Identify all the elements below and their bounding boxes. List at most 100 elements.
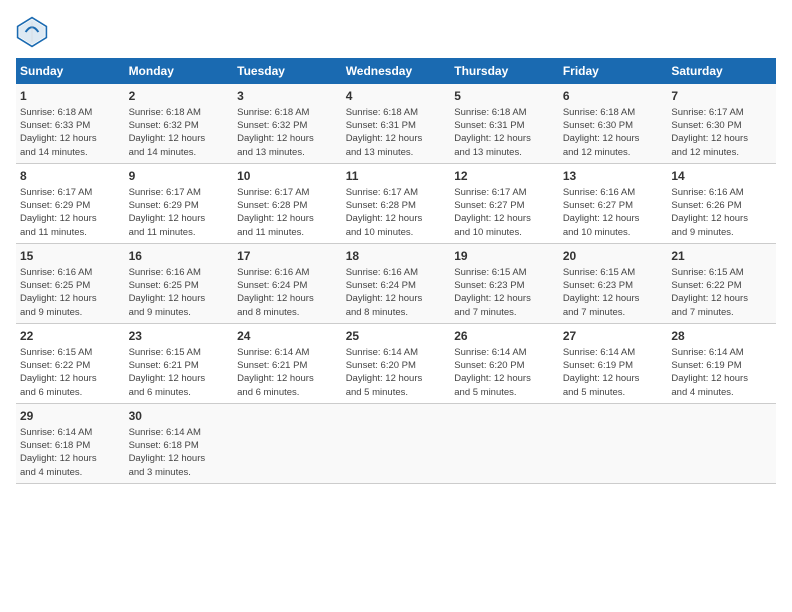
col-header-friday: Friday bbox=[559, 58, 668, 84]
day-cell: 23 Sunrise: 6:15 AM Sunset: 6:21 PM Dayli… bbox=[125, 323, 234, 403]
day-number: 16 bbox=[129, 248, 230, 265]
day-cell bbox=[342, 403, 451, 483]
day-cell bbox=[450, 403, 559, 483]
week-row-3: 15 Sunrise: 6:16 AM Sunset: 6:25 PM Dayli… bbox=[16, 243, 776, 323]
day-cell: 2 Sunrise: 6:18 AM Sunset: 6:32 PM Daylig… bbox=[125, 84, 234, 163]
day-number: 4 bbox=[346, 88, 447, 105]
day-number: 20 bbox=[563, 248, 664, 265]
day-number: 29 bbox=[20, 408, 121, 425]
day-number: 8 bbox=[20, 168, 121, 185]
day-number: 27 bbox=[563, 328, 664, 345]
col-header-saturday: Saturday bbox=[667, 58, 776, 84]
day-number: 26 bbox=[454, 328, 555, 345]
day-cell: 11 Sunrise: 6:17 AM Sunset: 6:28 PM Dayli… bbox=[342, 163, 451, 243]
logo bbox=[16, 16, 52, 48]
day-info: Sunrise: 6:17 AM Sunset: 6:28 PM Dayligh… bbox=[237, 187, 314, 238]
day-info: Sunrise: 6:14 AM Sunset: 6:20 PM Dayligh… bbox=[346, 347, 423, 398]
day-cell: 24 Sunrise: 6:14 AM Sunset: 6:21 PM Dayli… bbox=[233, 323, 342, 403]
day-info: Sunrise: 6:18 AM Sunset: 6:30 PM Dayligh… bbox=[563, 107, 640, 158]
day-cell: 10 Sunrise: 6:17 AM Sunset: 6:28 PM Dayli… bbox=[233, 163, 342, 243]
day-info: Sunrise: 6:16 AM Sunset: 6:24 PM Dayligh… bbox=[346, 267, 423, 318]
day-cell: 14 Sunrise: 6:16 AM Sunset: 6:26 PM Dayli… bbox=[667, 163, 776, 243]
day-info: Sunrise: 6:15 AM Sunset: 6:23 PM Dayligh… bbox=[454, 267, 531, 318]
logo-icon bbox=[16, 16, 48, 48]
day-number: 11 bbox=[346, 168, 447, 185]
day-cell: 8 Sunrise: 6:17 AM Sunset: 6:29 PM Daylig… bbox=[16, 163, 125, 243]
day-cell: 16 Sunrise: 6:16 AM Sunset: 6:25 PM Dayli… bbox=[125, 243, 234, 323]
day-number: 2 bbox=[129, 88, 230, 105]
day-info: Sunrise: 6:15 AM Sunset: 6:22 PM Dayligh… bbox=[20, 347, 97, 398]
day-cell: 22Sunrise: 6:15 AM Sunset: 6:22 PM Dayli… bbox=[16, 323, 125, 403]
day-info: Sunrise: 6:15 AM Sunset: 6:22 PM Dayligh… bbox=[671, 267, 748, 318]
day-info: Sunrise: 6:18 AM Sunset: 6:31 PM Dayligh… bbox=[454, 107, 531, 158]
day-number: 5 bbox=[454, 88, 555, 105]
day-info: Sunrise: 6:18 AM Sunset: 6:32 PM Dayligh… bbox=[129, 107, 206, 158]
day-info: Sunrise: 6:14 AM Sunset: 6:20 PM Dayligh… bbox=[454, 347, 531, 398]
day-info: Sunrise: 6:18 AM Sunset: 6:31 PM Dayligh… bbox=[346, 107, 423, 158]
day-cell bbox=[233, 403, 342, 483]
day-info: Sunrise: 6:18 AM Sunset: 6:33 PM Dayligh… bbox=[20, 107, 97, 158]
week-row-4: 22Sunrise: 6:15 AM Sunset: 6:22 PM Dayli… bbox=[16, 323, 776, 403]
col-header-thursday: Thursday bbox=[450, 58, 559, 84]
page-header bbox=[16, 16, 776, 48]
day-info: Sunrise: 6:16 AM Sunset: 6:25 PM Dayligh… bbox=[129, 267, 206, 318]
day-number: 9 bbox=[129, 168, 230, 185]
day-number: 23 bbox=[129, 328, 230, 345]
calendar-table: SundayMondayTuesdayWednesdayThursdayFrid… bbox=[16, 58, 776, 484]
day-cell: 30 Sunrise: 6:14 AM Sunset: 6:18 PM Dayli… bbox=[125, 403, 234, 483]
day-info: Sunrise: 6:17 AM Sunset: 6:30 PM Dayligh… bbox=[671, 107, 748, 158]
day-cell: 12 Sunrise: 6:17 AM Sunset: 6:27 PM Dayli… bbox=[450, 163, 559, 243]
week-row-5: 29 Sunrise: 6:14 AM Sunset: 6:18 PM Dayli… bbox=[16, 403, 776, 483]
calendar-header-row: SundayMondayTuesdayWednesdayThursdayFrid… bbox=[16, 58, 776, 84]
main-container: SundayMondayTuesdayWednesdayThursdayFrid… bbox=[0, 0, 792, 494]
day-cell: 20 Sunrise: 6:15 AM Sunset: 6:23 PM Dayli… bbox=[559, 243, 668, 323]
day-cell: 15 Sunrise: 6:16 AM Sunset: 6:25 PM Dayli… bbox=[16, 243, 125, 323]
day-cell: 5 Sunrise: 6:18 AM Sunset: 6:31 PM Daylig… bbox=[450, 84, 559, 163]
col-header-sunday: Sunday bbox=[16, 58, 125, 84]
day-cell: 29 Sunrise: 6:14 AM Sunset: 6:18 PM Dayli… bbox=[16, 403, 125, 483]
day-cell: 26 Sunrise: 6:14 AM Sunset: 6:20 PM Dayli… bbox=[450, 323, 559, 403]
day-number: 17 bbox=[237, 248, 338, 265]
day-number: 30 bbox=[129, 408, 230, 425]
day-cell: 9Sunrise: 6:17 AM Sunset: 6:29 PM Daylig… bbox=[125, 163, 234, 243]
col-header-wednesday: Wednesday bbox=[342, 58, 451, 84]
day-info: Sunrise: 6:17 AM Sunset: 6:29 PM Dayligh… bbox=[20, 187, 97, 238]
day-number: 24 bbox=[237, 328, 338, 345]
day-number: 25 bbox=[346, 328, 447, 345]
day-cell: 3 Sunrise: 6:18 AM Sunset: 6:32 PM Daylig… bbox=[233, 84, 342, 163]
day-info: Sunrise: 6:14 AM Sunset: 6:18 PM Dayligh… bbox=[129, 427, 206, 478]
day-cell: 21 Sunrise: 6:15 AM Sunset: 6:22 PM Dayli… bbox=[667, 243, 776, 323]
day-cell: 28 Sunrise: 6:14 AM Sunset: 6:19 PM Dayli… bbox=[667, 323, 776, 403]
day-cell: 7 Sunrise: 6:17 AM Sunset: 6:30 PM Daylig… bbox=[667, 84, 776, 163]
day-number: 7 bbox=[671, 88, 772, 105]
day-number: 15 bbox=[20, 248, 121, 265]
day-info: Sunrise: 6:15 AM Sunset: 6:23 PM Dayligh… bbox=[563, 267, 640, 318]
day-info: Sunrise: 6:14 AM Sunset: 6:18 PM Dayligh… bbox=[20, 427, 97, 478]
day-number: 28 bbox=[671, 328, 772, 345]
day-info: Sunrise: 6:16 AM Sunset: 6:25 PM Dayligh… bbox=[20, 267, 97, 318]
day-info: Sunrise: 6:16 AM Sunset: 6:26 PM Dayligh… bbox=[671, 187, 748, 238]
day-info: Sunrise: 6:17 AM Sunset: 6:27 PM Dayligh… bbox=[454, 187, 531, 238]
day-cell: 13Sunrise: 6:16 AM Sunset: 6:27 PM Dayli… bbox=[559, 163, 668, 243]
day-info: Sunrise: 6:16 AM Sunset: 6:24 PM Dayligh… bbox=[237, 267, 314, 318]
day-info: Sunrise: 6:17 AM Sunset: 6:28 PM Dayligh… bbox=[346, 187, 423, 238]
day-number: 21 bbox=[671, 248, 772, 265]
day-info: Sunrise: 6:14 AM Sunset: 6:21 PM Dayligh… bbox=[237, 347, 314, 398]
day-cell: 25 Sunrise: 6:14 AM Sunset: 6:20 PM Dayli… bbox=[342, 323, 451, 403]
day-info: Sunrise: 6:15 AM Sunset: 6:21 PM Dayligh… bbox=[129, 347, 206, 398]
day-number: 12 bbox=[454, 168, 555, 185]
day-number: 18 bbox=[346, 248, 447, 265]
day-number: 1 bbox=[20, 88, 121, 105]
day-number: 6 bbox=[563, 88, 664, 105]
week-row-2: 8 Sunrise: 6:17 AM Sunset: 6:29 PM Daylig… bbox=[16, 163, 776, 243]
day-number: 14 bbox=[671, 168, 772, 185]
day-cell: 18 Sunrise: 6:16 AM Sunset: 6:24 PM Dayli… bbox=[342, 243, 451, 323]
day-info: Sunrise: 6:14 AM Sunset: 6:19 PM Dayligh… bbox=[671, 347, 748, 398]
day-info: Sunrise: 6:18 AM Sunset: 6:32 PM Dayligh… bbox=[237, 107, 314, 158]
day-cell: 6 Sunrise: 6:18 AM Sunset: 6:30 PM Daylig… bbox=[559, 84, 668, 163]
week-row-1: 1 Sunrise: 6:18 AM Sunset: 6:33 PM Daylig… bbox=[16, 84, 776, 163]
day-number: 13 bbox=[563, 168, 664, 185]
day-cell: 27Sunrise: 6:14 AM Sunset: 6:19 PM Dayli… bbox=[559, 323, 668, 403]
day-number: 3 bbox=[237, 88, 338, 105]
day-number: 10 bbox=[237, 168, 338, 185]
